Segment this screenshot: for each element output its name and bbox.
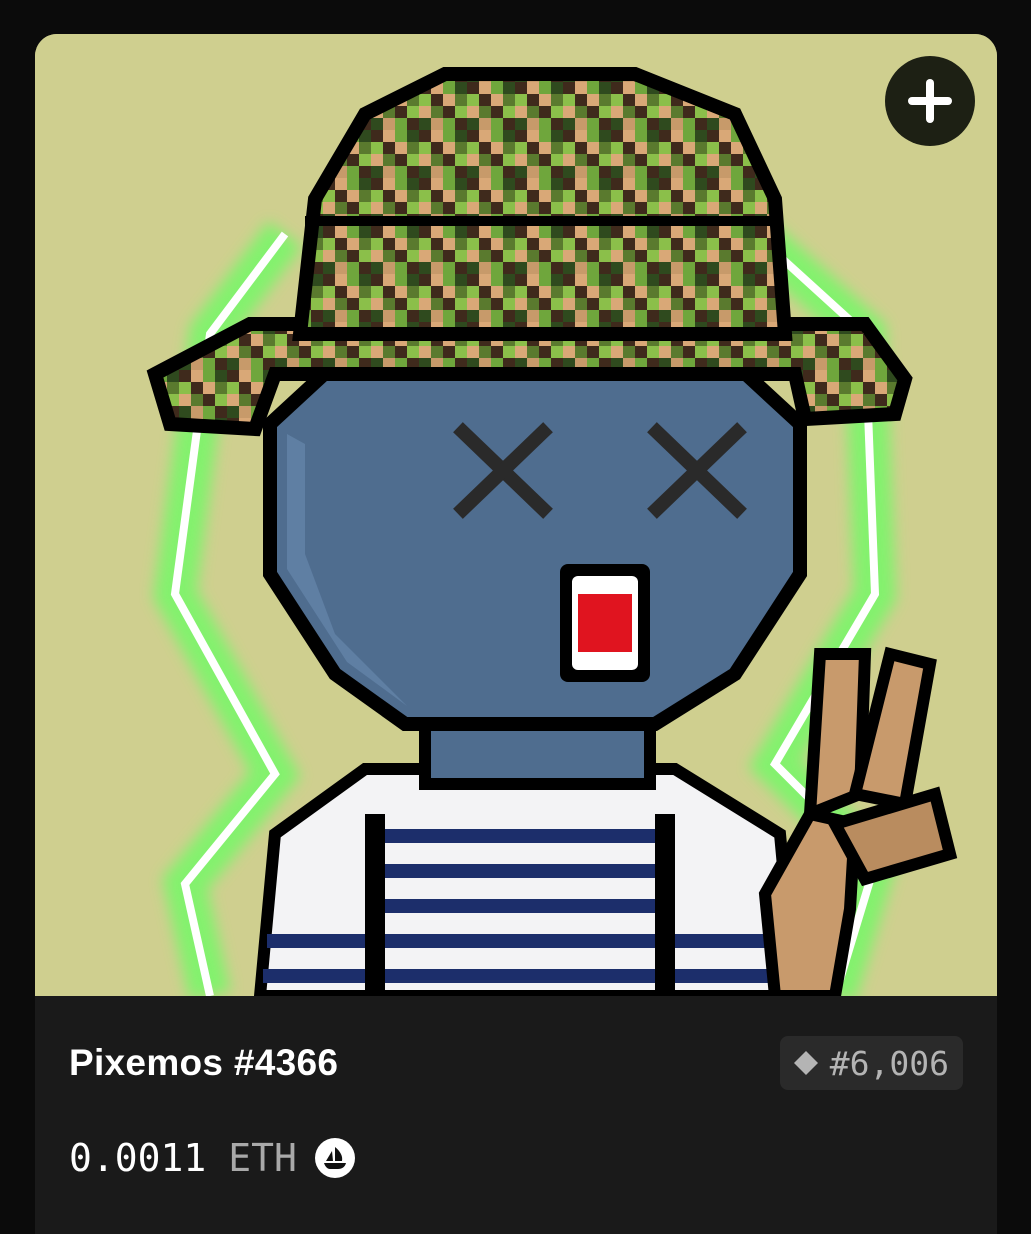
price-currency: ETH bbox=[228, 1136, 297, 1180]
rarity-rank-value: #6,006 bbox=[829, 1043, 949, 1083]
rarity-rank-badge[interactable]: #6,006 bbox=[779, 1036, 963, 1090]
plus-icon bbox=[908, 79, 952, 123]
nft-name[interactable]: Pixemos #4366 bbox=[69, 1042, 338, 1084]
nft-image[interactable] bbox=[35, 34, 997, 996]
price-row: 0.0011 ETH bbox=[69, 1136, 355, 1180]
pixel-avatar-illustration bbox=[35, 34, 997, 996]
card-info: Pixemos #4366 #6,006 0.0011 ETH bbox=[35, 996, 997, 1234]
price-value: 0.0011 bbox=[69, 1136, 207, 1180]
nft-card[interactable]: Pixemos #4366 #6,006 0.0011 ETH bbox=[35, 34, 997, 1234]
add-to-collection-button[interactable] bbox=[885, 56, 975, 146]
diamond-icon bbox=[793, 1051, 818, 1075]
opensea-icon[interactable] bbox=[314, 1138, 355, 1178]
